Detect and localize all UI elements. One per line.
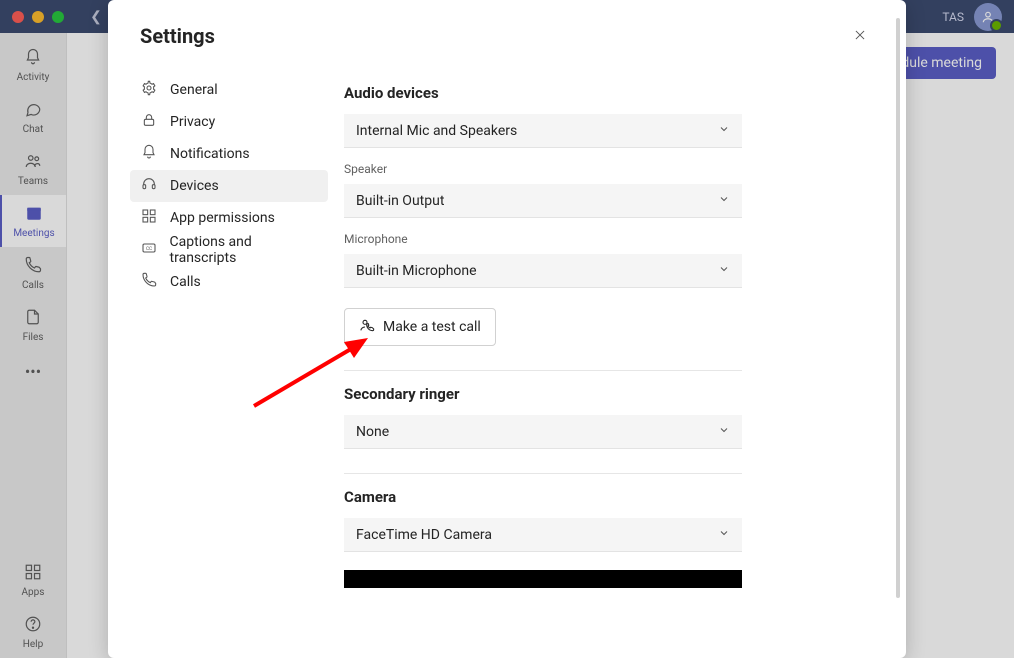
make-test-call-button[interactable]: Make a test call bbox=[344, 308, 496, 346]
chevron-down-icon bbox=[718, 263, 730, 279]
phone-icon bbox=[140, 272, 158, 292]
devices-panel: Audio devices Internal Mic and Speakers … bbox=[334, 64, 906, 658]
nav-label: App permissions bbox=[170, 210, 275, 226]
bell-icon bbox=[140, 144, 158, 164]
select-value: Built-in Microphone bbox=[356, 263, 477, 279]
microphone-label: Microphone bbox=[344, 232, 866, 246]
audio-devices-select[interactable]: Internal Mic and Speakers bbox=[344, 114, 742, 148]
chevron-down-icon bbox=[718, 193, 730, 209]
person-call-icon bbox=[359, 317, 375, 337]
button-label: Make a test call bbox=[383, 319, 481, 335]
nav-notifications[interactable]: Notifications bbox=[130, 138, 328, 170]
camera-preview bbox=[344, 570, 742, 588]
nav-app-permissions[interactable]: App permissions bbox=[130, 202, 328, 234]
nav-label: Privacy bbox=[170, 114, 215, 130]
nav-label: Calls bbox=[170, 274, 201, 290]
divider bbox=[344, 370, 742, 371]
scrollbar[interactable] bbox=[896, 18, 900, 598]
nav-captions[interactable]: CC Captions and transcripts bbox=[130, 234, 328, 266]
nav-label: Devices bbox=[170, 178, 219, 194]
headset-icon bbox=[140, 176, 158, 196]
select-value: FaceTime HD Camera bbox=[356, 527, 492, 543]
secondary-ringer-title: Secondary ringer bbox=[344, 385, 866, 403]
close-icon bbox=[853, 27, 867, 46]
speaker-label: Speaker bbox=[344, 162, 866, 176]
select-value: Built-in Output bbox=[356, 193, 444, 209]
modal-title: Settings bbox=[140, 24, 215, 48]
nav-calls[interactable]: Calls bbox=[130, 266, 328, 298]
settings-modal: Settings General Privac bbox=[108, 0, 906, 658]
settings-nav: General Privacy Notifications bbox=[124, 64, 334, 658]
chevron-down-icon bbox=[718, 424, 730, 440]
svg-text:CC: CC bbox=[146, 246, 152, 252]
apps-icon bbox=[140, 208, 158, 228]
gear-icon bbox=[140, 80, 158, 100]
chevron-down-icon bbox=[718, 123, 730, 139]
camera-select[interactable]: FaceTime HD Camera bbox=[344, 518, 742, 552]
nav-label: General bbox=[170, 82, 218, 98]
speaker-select[interactable]: Built-in Output bbox=[344, 184, 742, 218]
nav-general[interactable]: General bbox=[130, 74, 328, 106]
cc-icon: CC bbox=[140, 240, 158, 260]
lock-icon bbox=[140, 112, 158, 132]
nav-devices[interactable]: Devices bbox=[130, 170, 328, 202]
nav-privacy[interactable]: Privacy bbox=[130, 106, 328, 138]
divider bbox=[344, 473, 742, 474]
camera-title: Camera bbox=[344, 488, 866, 506]
nav-label: Notifications bbox=[170, 146, 250, 162]
chevron-down-icon bbox=[718, 527, 730, 543]
microphone-select[interactable]: Built-in Microphone bbox=[344, 254, 742, 288]
secondary-ringer-select[interactable]: None bbox=[344, 415, 742, 449]
audio-devices-title: Audio devices bbox=[344, 84, 866, 102]
close-button[interactable] bbox=[846, 22, 874, 50]
select-value: None bbox=[356, 424, 389, 440]
select-value: Internal Mic and Speakers bbox=[356, 123, 517, 139]
nav-label: Captions and transcripts bbox=[170, 234, 318, 266]
